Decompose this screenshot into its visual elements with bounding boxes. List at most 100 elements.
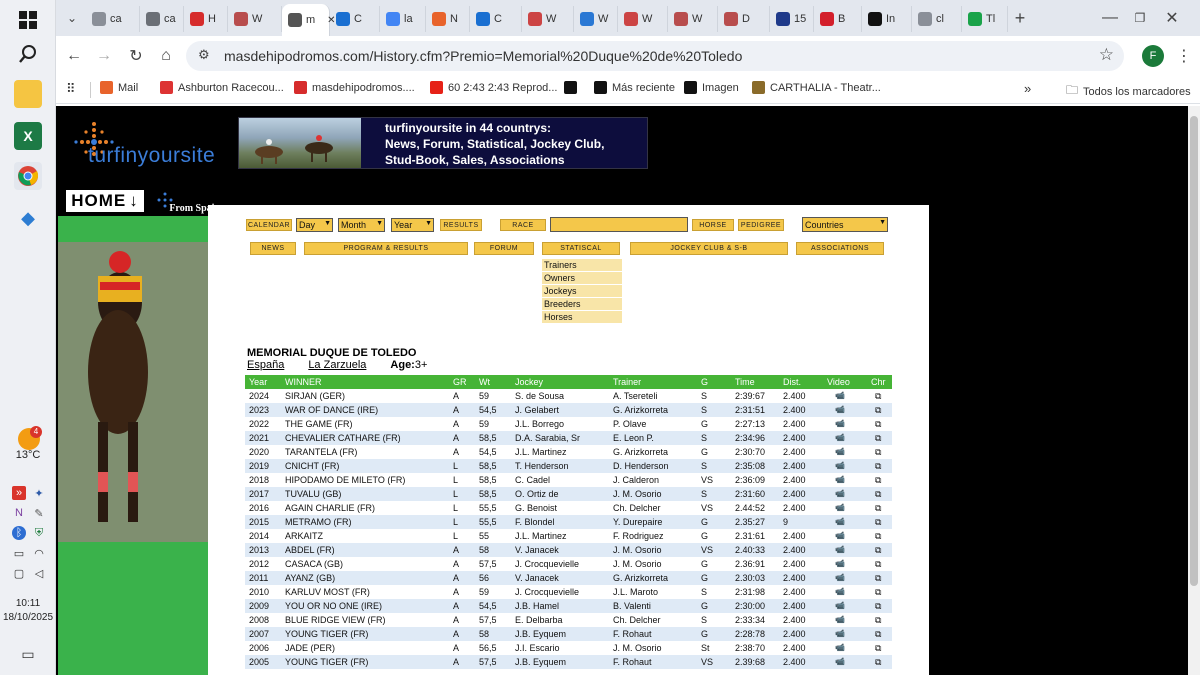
table-cell[interactable]: ARKAITZ <box>285 531 323 541</box>
nav-associations[interactable]: ASSOCIATIONS <box>796 242 884 255</box>
table-cell[interactable]: THE GAME (FR) <box>285 419 353 429</box>
tab-0[interactable]: ca <box>86 6 140 32</box>
apps-grid-icon[interactable]: ⠿ <box>66 81 76 97</box>
site-logo[interactable]: turfinyoursite <box>62 116 232 176</box>
table-cell[interactable]: SIRJAN (GER) <box>285 391 345 401</box>
more-bookmarks-icon[interactable]: » <box>1024 81 1031 96</box>
video-camera-icon[interactable]: 📹 <box>835 601 845 611</box>
home-button[interactable]: HOME ↓ <box>64 188 146 214</box>
video-camera-icon[interactable]: 📹 <box>835 531 845 541</box>
results-button[interactable]: RESULTS <box>440 219 482 231</box>
chart-copy-icon[interactable]: ⧉ <box>875 531 881 541</box>
excel-icon[interactable]: X <box>14 122 42 150</box>
pedigree-button[interactable]: PEDIGREE <box>738 219 784 231</box>
chart-copy-icon[interactable]: ⧉ <box>875 447 881 457</box>
bookmark-item[interactable]: CARTHALIA - Theatr... <box>752 81 881 94</box>
chart-copy-icon[interactable]: ⧉ <box>875 433 881 443</box>
video-camera-icon[interactable]: 📹 <box>835 657 845 667</box>
nav-news[interactable]: NEWS <box>250 242 296 255</box>
video-camera-icon[interactable]: 📹 <box>835 405 845 415</box>
restore-icon[interactable]: ❐ <box>1128 6 1152 30</box>
chart-copy-icon[interactable]: ⧉ <box>875 559 881 569</box>
video-camera-icon[interactable]: 📹 <box>835 475 845 485</box>
horse-button[interactable]: HORSE <box>692 219 734 231</box>
tab-9[interactable]: W <box>522 6 574 32</box>
chart-copy-icon[interactable]: ⧉ <box>875 419 881 429</box>
bookmark-star-icon[interactable]: ☆ <box>1099 45 1114 65</box>
app-icon[interactable]: ◆ <box>14 204 42 232</box>
table-cell[interactable]: YOU OR NO ONE (IRE) <box>285 601 382 611</box>
shield-icon[interactable]: ⛨ <box>32 526 46 540</box>
chart-copy-icon[interactable]: ⧉ <box>875 461 881 471</box>
nav-program-results[interactable]: PROGRAM & RESULTS <box>304 242 468 255</box>
url-text[interactable]: masdehipodromos.com/History.cfm?Premio=M… <box>224 48 742 64</box>
video-camera-icon[interactable]: 📹 <box>835 559 845 569</box>
video-camera-icon[interactable]: 📹 <box>835 587 845 597</box>
nav-statistical[interactable]: STATISCAL <box>542 242 620 255</box>
table-cell[interactable]: BLUE RIDGE VIEW (FR) <box>285 615 386 625</box>
tab-17[interactable]: cl <box>912 6 962 32</box>
chart-copy-icon[interactable]: ⧉ <box>875 629 881 639</box>
table-cell[interactable]: CNICHT (FR) <box>285 461 339 471</box>
chart-copy-icon[interactable]: ⧉ <box>875 475 881 485</box>
table-cell[interactable]: HIPODAMO DE MILETO (FR) <box>285 475 405 485</box>
reload-icon[interactable]: ↻ <box>124 44 148 68</box>
table-cell[interactable]: TARANTELA (FR) <box>285 447 357 457</box>
chart-copy-icon[interactable]: ⧉ <box>875 643 881 653</box>
video-camera-icon[interactable]: 📹 <box>835 489 845 499</box>
year-select[interactable]: Year ▼ <box>391 218 434 232</box>
video-camera-icon[interactable]: 📹 <box>835 419 845 429</box>
chart-copy-icon[interactable]: ⧉ <box>875 615 881 625</box>
nav-forum[interactable]: FORUM <box>474 242 534 255</box>
country-link[interactable]: España <box>247 359 284 371</box>
bluetooth-icon[interactable]: ᛒ <box>12 526 26 540</box>
table-cell[interactable]: TUVALU (GB) <box>285 489 341 499</box>
tab-6[interactable]: la <box>380 6 426 32</box>
profile-avatar[interactable]: F <box>1142 45 1164 67</box>
video-camera-icon[interactable]: 📹 <box>835 629 845 639</box>
tab-10[interactable]: W <box>574 6 618 32</box>
table-cell[interactable]: YOUNG TIGER (FR) <box>285 657 368 667</box>
banner[interactable]: turfinyoursite in 44 countrys: News, For… <box>238 117 648 169</box>
page-scrollbar[interactable] <box>1188 106 1200 675</box>
table-cell[interactable]: YOUNG TIGER (FR) <box>285 629 368 639</box>
chart-copy-icon[interactable]: ⧉ <box>875 503 881 513</box>
tab-3[interactable]: W <box>228 6 282 32</box>
tab-4[interactable]: m ✕ <box>282 4 336 36</box>
calendar-button[interactable]: CALENDAR <box>246 219 292 231</box>
chart-copy-icon[interactable]: ⧉ <box>875 601 881 611</box>
video-camera-icon[interactable]: 📹 <box>835 643 845 653</box>
table-cell[interactable]: AGAIN CHARLIE (FR) <box>285 503 375 513</box>
tab-7[interactable]: N <box>426 6 470 32</box>
bookmark-item[interactable]: masdehipodromos.... <box>294 81 415 94</box>
table-cell[interactable]: CASACA (GB) <box>285 559 343 569</box>
table-cell[interactable]: AYANZ (GB) <box>285 573 335 583</box>
day-select[interactable]: Day ▼ <box>296 218 333 232</box>
video-camera-icon[interactable]: 📹 <box>835 545 845 555</box>
table-cell[interactable]: JADE (PER) <box>285 643 335 653</box>
notifications-icon[interactable]: ▭ <box>14 640 42 668</box>
bookmark-item[interactable]: Ashburton Racecou... <box>160 81 284 94</box>
tab-1[interactable]: ca <box>140 6 184 32</box>
tab-8[interactable]: C <box>470 6 522 32</box>
table-cell[interactable]: METRAMO (FR) <box>285 517 352 527</box>
nav-jockey-club[interactable]: JOCKEY CLUB & S-B <box>630 242 788 255</box>
tab-13[interactable]: D <box>718 6 770 32</box>
tab-search-icon[interactable]: ⌄ <box>60 6 84 30</box>
chart-copy-icon[interactable]: ⧉ <box>875 545 881 555</box>
table-cell[interactable]: WAR OF DANCE (IRE) <box>285 405 378 415</box>
video-camera-icon[interactable]: 📹 <box>835 433 845 443</box>
stat-menu-item[interactable]: Horses <box>542 311 622 324</box>
race-search-input[interactable] <box>550 217 688 232</box>
table-cell[interactable]: ABDEL (FR) <box>285 545 335 555</box>
minimize-icon[interactable]: — <box>1098 6 1122 30</box>
file-explorer-icon[interactable] <box>14 80 42 108</box>
close-window-icon[interactable]: ✕ <box>1160 6 1184 30</box>
search-icon[interactable] <box>14 40 42 68</box>
video-camera-icon[interactable]: 📹 <box>835 461 845 471</box>
video-camera-icon[interactable]: 📹 <box>835 517 845 527</box>
course-link[interactable]: La Zarzuela <box>308 359 366 371</box>
chart-copy-icon[interactable]: ⧉ <box>875 517 881 527</box>
forward-icon[interactable]: → <box>92 44 116 68</box>
tab-11[interactable]: W <box>618 6 668 32</box>
